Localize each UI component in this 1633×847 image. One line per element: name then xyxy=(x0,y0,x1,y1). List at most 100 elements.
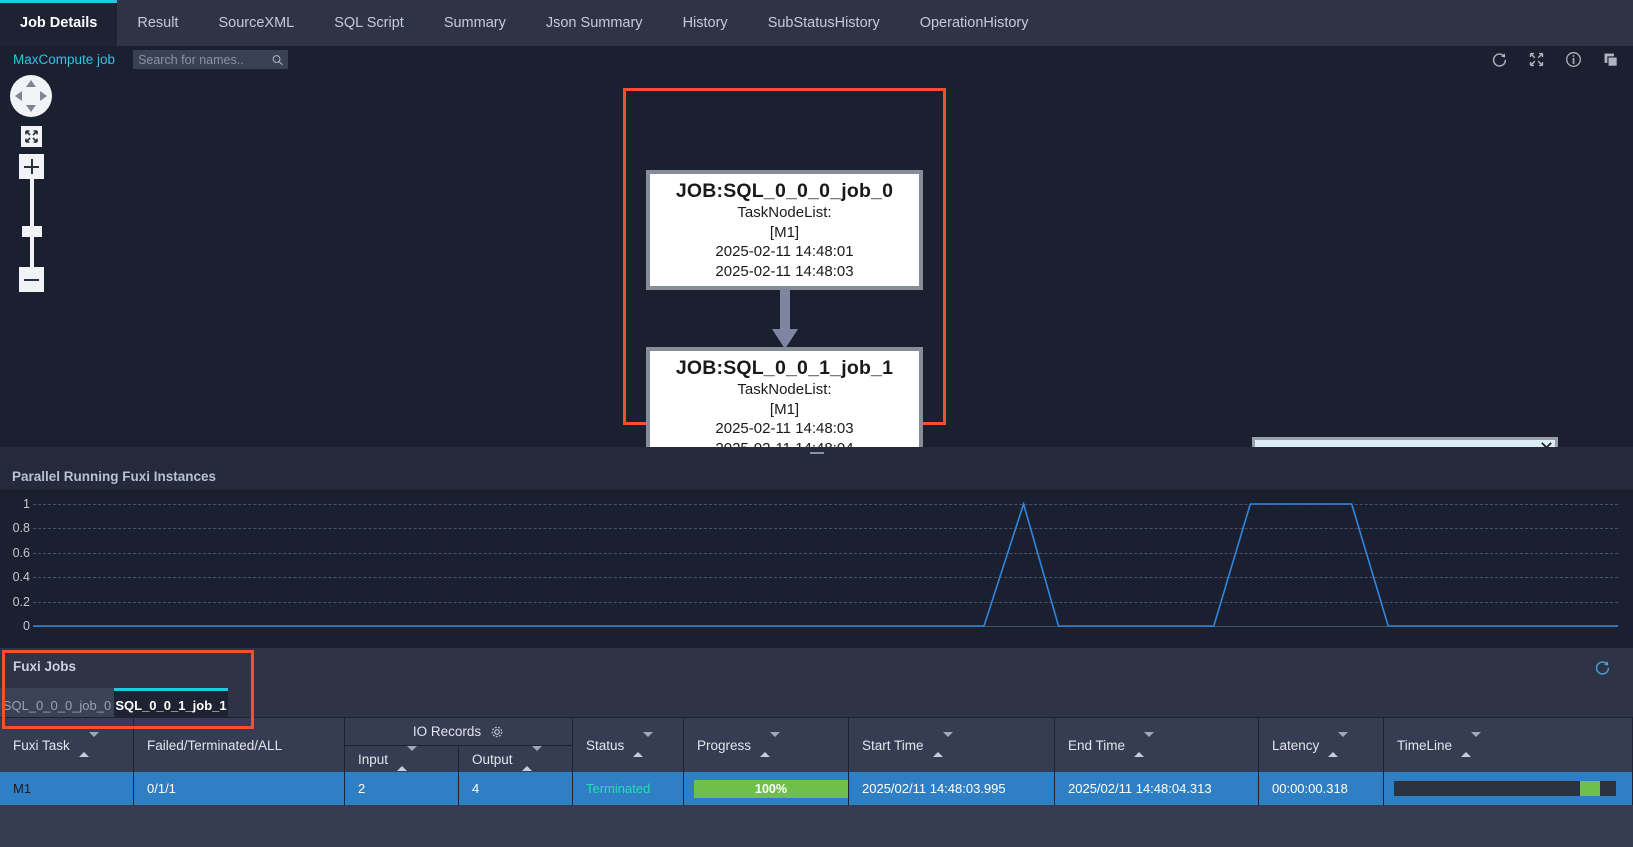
job-node-0-title: JOB:SQL_0_0_0_job_0 xyxy=(676,179,893,203)
cell-input: 2 xyxy=(345,772,459,805)
cell-start_time: 2025/02/11 14:48:03.995 xyxy=(849,772,1055,805)
tab-sql-script[interactable]: SQL Script xyxy=(314,0,424,46)
fuxi-task-table: Fuxi Task Failed/Terminated/ALL Input Outpu… xyxy=(0,717,1633,847)
job-node-1-line-1: [M1] xyxy=(770,400,799,420)
col-header-progress[interactable]: Progress xyxy=(684,717,849,772)
table-header-row: Fuxi Task Failed/Terminated/ALL Input Outpu… xyxy=(0,717,1633,772)
sort-arrows[interactable] xyxy=(933,737,943,752)
fit-to-screen-icon[interactable] xyxy=(21,126,42,147)
panel-resize-divider[interactable] xyxy=(0,447,1633,459)
job-node-0-line-0: TaskNodeList: xyxy=(737,203,831,223)
gear-icon[interactable] xyxy=(490,725,504,739)
col-header-label-end_time: End Time xyxy=(1055,738,1125,753)
cell-output: 4 xyxy=(459,772,573,805)
chart-header xyxy=(0,459,1633,491)
top-tab-bar: Job DetailsResultSourceXMLSQL ScriptSumm… xyxy=(0,0,1633,46)
col-header-status[interactable]: Status xyxy=(573,717,684,772)
cell-value-latency: 00:00:00.318 xyxy=(1259,781,1348,796)
job-node-1-line-0: TaskNodeList: xyxy=(737,380,831,400)
panel-resize-handle[interactable] xyxy=(810,452,824,454)
zoom-slider-track[interactable] xyxy=(30,179,34,267)
refresh-icon[interactable] xyxy=(1491,51,1508,68)
zoom-out-button[interactable] xyxy=(19,267,44,292)
col-header-output[interactable]: Output xyxy=(459,745,573,772)
col-group-io-records-label: IO Records xyxy=(413,724,481,739)
cell-fuxi_task[interactable]: M1 xyxy=(0,772,134,805)
cell-timeline xyxy=(1384,772,1633,805)
col-header-fuxi_task[interactable]: Fuxi Task xyxy=(0,717,134,772)
col-header-label-input: Input xyxy=(345,752,388,767)
job-node-0-line-1: [M1] xyxy=(770,223,799,243)
sort-arrows[interactable] xyxy=(1328,737,1338,752)
tab-summary[interactable]: Summary xyxy=(424,0,526,46)
col-header-start_time[interactable]: Start Time xyxy=(849,717,1055,772)
col-header-label-start_time: Start Time xyxy=(849,738,924,753)
job-node-1-line-2: 2025-02-11 14:48:03 xyxy=(715,419,853,439)
tab-job-details[interactable]: Job Details xyxy=(0,0,117,46)
sort-arrows[interactable] xyxy=(79,737,89,752)
tab-history[interactable]: History xyxy=(663,0,748,46)
tab-json-summary[interactable]: Json Summary xyxy=(526,0,663,46)
cell-value-start_time: 2025/02/11 14:48:03.995 xyxy=(849,781,1006,796)
zoom-slider-control[interactable] xyxy=(19,154,44,292)
col-header-label-failed_terminated_all: Failed/Terminated/ALL xyxy=(134,738,282,753)
job-node-1[interactable]: JOB:SQL_0_0_1_job_1 TaskNodeList: [M1] 2… xyxy=(646,347,923,455)
search-input[interactable] xyxy=(133,50,288,69)
tab-substatushistory[interactable]: SubStatusHistory xyxy=(748,0,900,46)
cell-value-output: 4 xyxy=(459,781,479,796)
cell-value-input: 2 xyxy=(345,781,365,796)
col-header-label-progress: Progress xyxy=(684,738,751,753)
col-header-timeline[interactable]: TimeLine xyxy=(1384,717,1633,772)
col-header-label-status: Status xyxy=(573,738,624,753)
col-header-end_time[interactable]: End Time xyxy=(1055,717,1259,772)
cell-failed_terminated_all: 0/1/1 xyxy=(134,772,345,805)
col-header-label-fuxi_task: Fuxi Task xyxy=(0,738,70,753)
sort-arrows[interactable] xyxy=(760,737,770,752)
job-graph-canvas[interactable]: JOB:SQL_0_0_0_job_0 TaskNodeList: [M1] 2… xyxy=(0,73,1633,455)
fuxi-jobs-header: Fuxi Jobs xyxy=(0,648,1633,688)
timeline-segment-0 xyxy=(1394,781,1580,796)
tab-sourcexml[interactable]: SourceXML xyxy=(198,0,314,46)
tab-operationhistory[interactable]: OperationHistory xyxy=(900,0,1049,46)
chart-plot-area[interactable]: 10.80.60.40.20 xyxy=(0,492,1633,648)
graph-edge-arrow xyxy=(770,289,800,351)
timeline-segment-2 xyxy=(1600,781,1616,796)
fuxi-refresh-icon[interactable] xyxy=(1594,659,1611,676)
tab-result[interactable]: Result xyxy=(117,0,198,46)
col-header-failed_terminated_all[interactable]: Failed/Terminated/ALL xyxy=(134,717,345,772)
sort-arrows[interactable] xyxy=(633,737,643,752)
chart-line-series xyxy=(0,492,1633,648)
job-node-1-title: JOB:SQL_0_0_1_job_1 xyxy=(676,356,893,380)
col-header-label-output: Output xyxy=(459,752,513,767)
job-node-0-line-2: 2025-02-11 14:48:01 xyxy=(715,242,853,262)
cell-status: Terminated xyxy=(573,772,684,805)
layers-icon[interactable] xyxy=(1602,51,1619,68)
table-row[interactable]: M10/1/124Terminated100%2025/02/11 14:48:… xyxy=(0,772,1633,805)
cell-progress: 100% xyxy=(684,772,849,805)
sort-arrows[interactable] xyxy=(1134,737,1144,752)
pan-compass-control[interactable] xyxy=(10,75,52,117)
timeline-bar xyxy=(1394,781,1616,796)
fullscreen-icon[interactable] xyxy=(1528,51,1545,68)
sub-toolbar: MaxCompute job xyxy=(0,46,1633,73)
info-icon[interactable] xyxy=(1565,51,1582,68)
sort-arrows[interactable] xyxy=(522,751,532,766)
timeline-segment-1 xyxy=(1580,781,1600,796)
col-header-label-timeline: TimeLine xyxy=(1384,738,1452,753)
zoom-in-button[interactable] xyxy=(19,154,44,179)
job-node-0-line-3: 2025-02-11 14:48:03 xyxy=(715,262,853,282)
progress-bar: 100% xyxy=(694,780,848,798)
job-node-0[interactable]: JOB:SQL_0_0_0_job_0 TaskNodeList: [M1] 2… xyxy=(646,170,923,290)
search-box[interactable] xyxy=(133,50,288,69)
col-header-input[interactable]: Input xyxy=(345,745,459,772)
graph-navigation-tools xyxy=(10,73,52,292)
col-header-latency[interactable]: Latency xyxy=(1259,717,1384,772)
cell-value-failed_terminated_all: 0/1/1 xyxy=(134,781,176,796)
breadcrumb-maxcompute-job[interactable]: MaxCompute job xyxy=(13,52,115,67)
zoom-slider-thumb[interactable] xyxy=(22,226,42,237)
cell-end_time: 2025/02/11 14:48:04.313 xyxy=(1055,772,1259,805)
sort-arrows[interactable] xyxy=(1461,737,1471,752)
chart-title: Parallel Running Fuxi Instances xyxy=(12,469,216,484)
fuxi-jobs-title: Fuxi Jobs xyxy=(13,659,76,674)
sort-arrows[interactable] xyxy=(397,751,407,766)
